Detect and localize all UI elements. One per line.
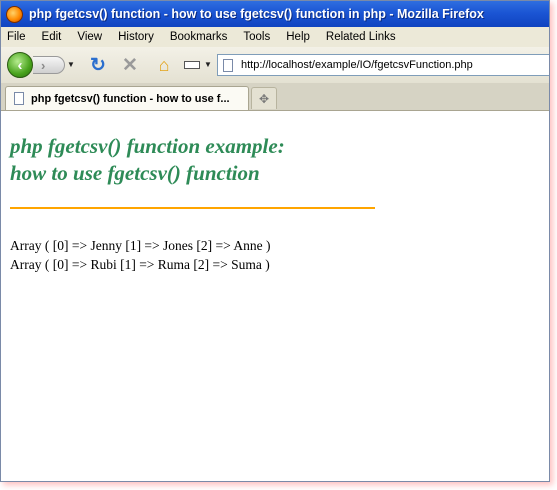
stop-icon: ✕ — [122, 54, 138, 76]
title-bar: php fgetcsv() function - how to use fget… — [1, 1, 549, 27]
stop-button[interactable]: ✕ — [119, 54, 141, 76]
heading-line-2: how to use fgetcsv() function — [10, 161, 260, 185]
browser-window: php fgetcsv() function - how to use fget… — [0, 0, 550, 482]
heading-line-1: php fgetcsv() function example: — [10, 134, 285, 158]
navigation-toolbar: › ‹ ▼ ↻ ✕ ⌂ ▼ http://localhost/example/I… — [1, 47, 549, 84]
horizontal-rule — [10, 207, 375, 209]
output-block: Array ( [0] => Jenny [1] => Jones [2] =>… — [10, 236, 271, 274]
tab-label: php fgetcsv() function - how to use f... — [31, 92, 230, 105]
window-title: php fgetcsv() function - how to use fget… — [29, 7, 484, 21]
page-icon — [223, 58, 233, 72]
menu-bar: File Edit View History Bookmarks Tools H… — [1, 27, 549, 47]
bookmark-dropdown-icon[interactable]: ▼ — [204, 60, 212, 70]
url-text[interactable]: http://localhost/example/IO/fgetcsvFunct… — [241, 59, 473, 71]
address-bar[interactable]: http://localhost/example/IO/fgetcsvFunct… — [217, 54, 549, 76]
firefox-icon — [6, 5, 23, 23]
menu-edit[interactable]: Edit — [34, 31, 70, 43]
home-icon: ⌂ — [158, 54, 170, 75]
reload-icon: ↻ — [90, 54, 106, 76]
menu-help[interactable]: Help — [278, 31, 318, 43]
plus-icon: ✥ — [258, 91, 270, 106]
page-heading: php fgetcsv() function example: how to u… — [10, 133, 430, 187]
back-button[interactable]: ‹ — [7, 52, 33, 78]
home-button[interactable]: ⌂ — [153, 54, 175, 76]
page-content: php fgetcsv() function example: how to u… — [1, 111, 549, 481]
back-arrow-icon: ‹ — [17, 56, 23, 74]
tab-strip: php fgetcsv() function - how to use f...… — [1, 83, 549, 111]
menu-file[interactable]: File — [1, 31, 34, 43]
tab-page-icon — [14, 92, 24, 105]
menu-view[interactable]: View — [69, 31, 110, 43]
history-dropdown-icon[interactable]: ▼ — [67, 60, 75, 70]
forward-arrow-icon: › — [41, 57, 46, 73]
menu-tools[interactable]: Tools — [235, 31, 278, 43]
menu-related-links[interactable]: Related Links — [318, 31, 404, 43]
forward-button[interactable]: › — [33, 56, 65, 74]
reload-button[interactable]: ↻ — [87, 54, 109, 76]
menu-bookmarks[interactable]: Bookmarks — [162, 31, 236, 43]
bookmark-menu-icon[interactable] — [184, 61, 200, 69]
tab-active[interactable]: php fgetcsv() function - how to use f... — [5, 86, 249, 110]
new-tab-button[interactable]: ✥ — [251, 87, 277, 109]
output-line: Array ( [0] => Rubi [1] => Ruma [2] => S… — [10, 257, 270, 272]
menu-history[interactable]: History — [110, 31, 162, 43]
output-line: Array ( [0] => Jenny [1] => Jones [2] =>… — [10, 238, 271, 253]
